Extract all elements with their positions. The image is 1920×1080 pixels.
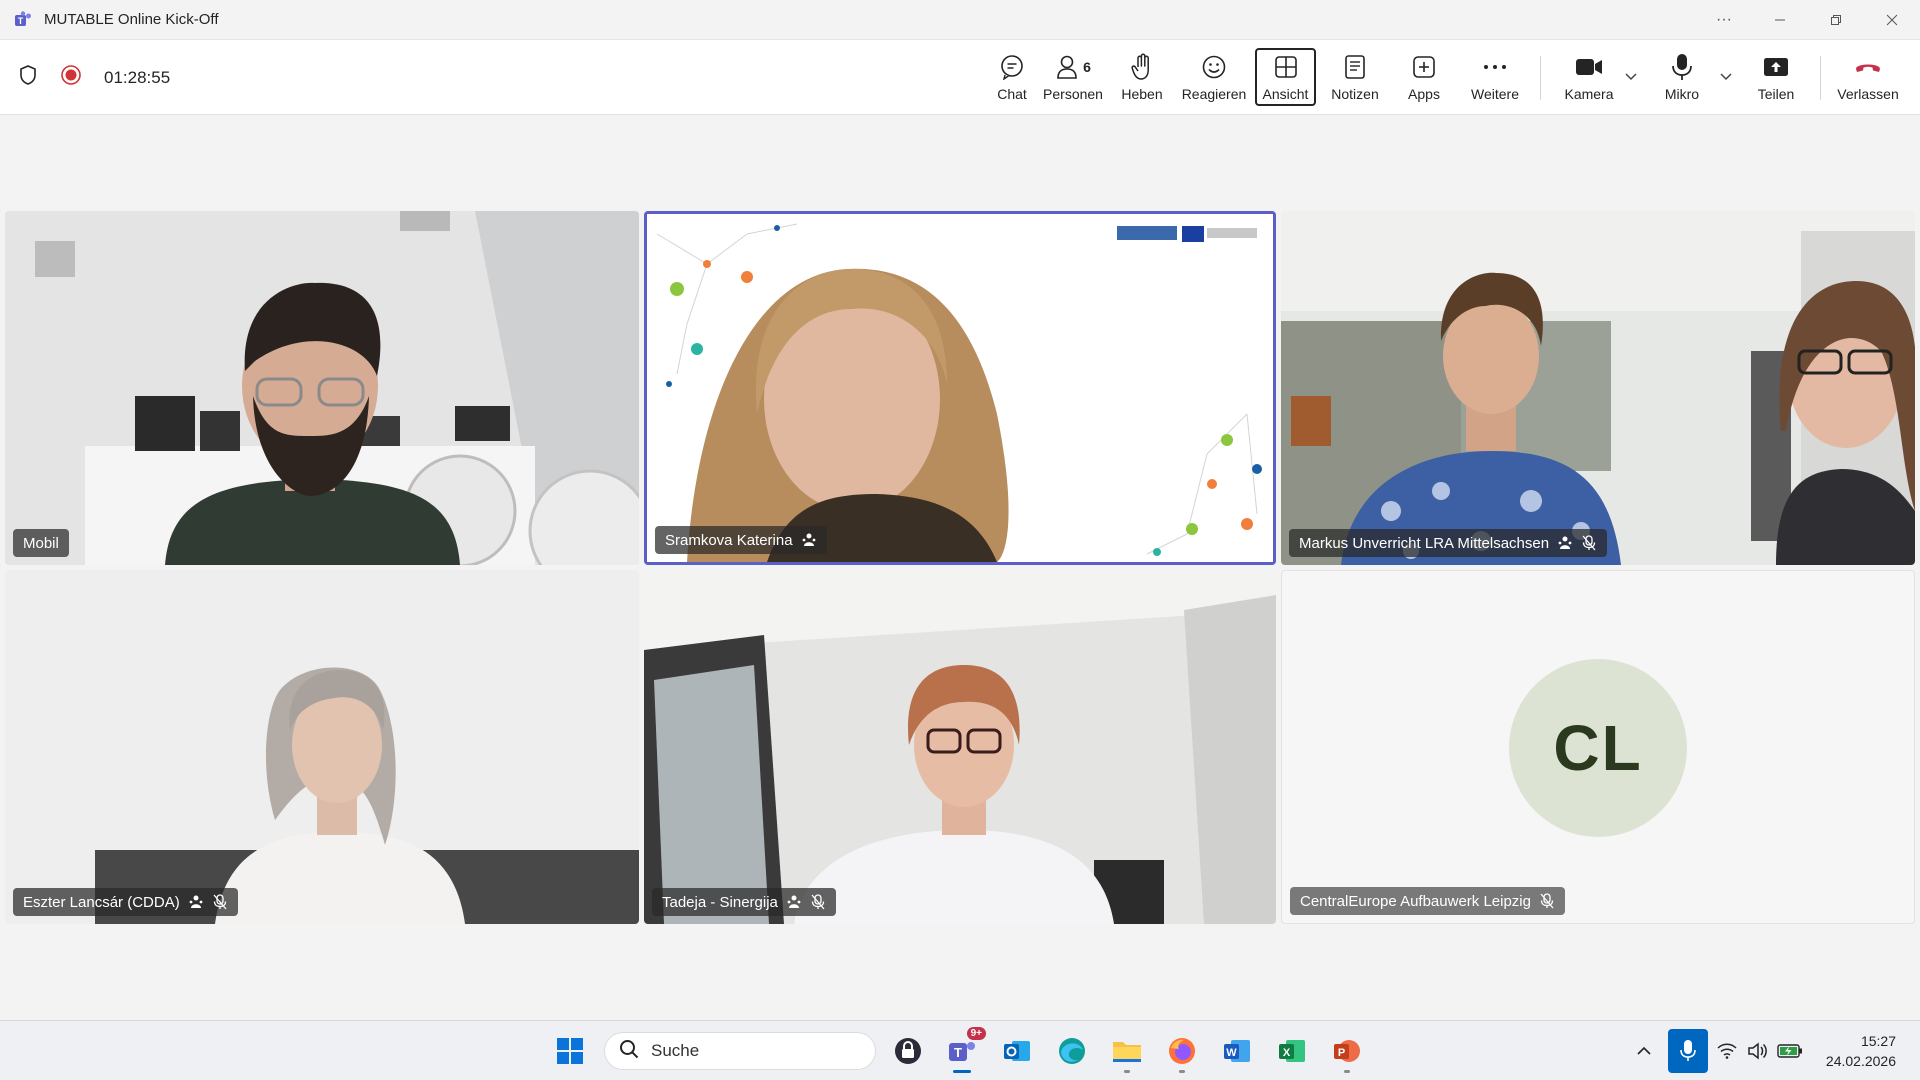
word-icon[interactable]: W [1219,1033,1255,1069]
people-icon: 6 [1055,52,1091,82]
chat-button[interactable]: Chat [980,48,1044,106]
share-button[interactable]: Teilen [1748,48,1804,106]
excel-icon[interactable]: X [1274,1033,1310,1069]
camera-options-chevron-icon[interactable] [1624,68,1638,84]
people-button[interactable]: 6 Personen [1040,48,1106,106]
volume-icon[interactable] [1744,1033,1770,1069]
clock[interactable]: 15:27 24.02.2026 [1826,1031,1896,1071]
close-button[interactable] [1864,0,1920,40]
taskbar-search-box[interactable]: Suche [604,1032,876,1070]
video-feed [5,570,639,924]
meeting-timer: 01:28:55 [104,67,171,87]
notification-badge: 9+ [966,1027,986,1040]
audio-speaking-icon [801,532,817,548]
hand-icon [1130,52,1154,82]
apps-button[interactable]: Apps [1396,48,1452,106]
participant-name-tag: Mobil [13,529,69,557]
lock-app-icon[interactable] [890,1033,926,1069]
meeting-toolbar: 01:28:55 Chat 6 Personen Heben Reagieren… [0,40,1920,115]
running-indicator [1124,1070,1130,1073]
windows-taskbar: Suche T 9+ W X P 15:27 24.02.2026 [0,1020,1920,1080]
search-icon [619,1039,639,1064]
raise-hand-button[interactable]: Heben [1110,48,1174,106]
recording-icon [60,64,82,91]
microphone-muted-icon [1539,893,1555,909]
participant-name-tag: Markus Unverricht LRA Mittelsachsen [1289,529,1608,557]
file-explorer-icon[interactable] [1109,1033,1145,1073]
avatar: CL [1509,659,1687,837]
microphone-icon [1671,52,1693,82]
teams-app-icon: T [12,9,34,31]
microphone-options-chevron-icon[interactable] [1719,68,1733,84]
leave-button[interactable]: Verlassen [1830,48,1906,106]
svg-text:T: T [18,16,24,26]
outlook-icon[interactable] [999,1033,1035,1069]
hang-up-icon [1854,52,1882,82]
camera-icon [1575,52,1603,82]
notes-button[interactable]: Notizen [1322,48,1388,106]
add-apps-icon [1412,52,1436,82]
video-feed [1281,211,1915,565]
running-indicator [1344,1070,1350,1073]
microphone-muted-icon [212,894,228,910]
minimize-button[interactable] [1752,0,1808,40]
svg-text:P: P [1338,1047,1345,1059]
participant-tile-mobil[interactable]: Mobil [5,211,639,565]
video-feed [644,570,1276,924]
running-indicator [1179,1070,1185,1073]
microphone-button[interactable]: Mikro [1656,48,1708,106]
audio-speaking-icon [786,894,802,910]
ellipsis-icon [1483,52,1507,82]
wifi-icon[interactable] [1714,1033,1740,1069]
edge-icon[interactable] [1054,1033,1090,1069]
audio-speaking-icon [188,894,204,910]
participant-name-tag: Tadeja - Sinergija [652,888,836,916]
react-button[interactable]: Reagieren [1176,48,1252,106]
microphone-in-use-icon[interactable] [1668,1029,1708,1073]
running-indicator [953,1070,971,1073]
people-count: 6 [1083,59,1091,75]
participant-tile-centraleurope-aufbauwerk-leipzig[interactable]: CL CentralEurope Aufbauwerk Leipzig [1281,570,1915,924]
windows-start-icon[interactable] [552,1033,588,1069]
participant-name-tag: Eszter Lancsár (CDDA) [13,888,238,916]
svg-text:W: W [1226,1047,1237,1059]
firefox-icon[interactable] [1164,1033,1200,1073]
participant-tile-tadeja-sinergija[interactable]: Tadeja - Sinergija [644,570,1276,924]
restore-button[interactable] [1808,0,1864,40]
teams-taskbar-icon[interactable]: T 9+ [944,1027,986,1073]
clock-date: 24.02.2026 [1825,1053,1896,1069]
participant-tile-sramkova-katerina[interactable]: Sramkova Katerina [644,211,1276,565]
video-feed [647,214,1273,562]
view-button[interactable]: Ansicht [1255,48,1316,106]
search-placeholder: Suche [651,1041,700,1060]
microphone-muted-icon [810,894,826,910]
show-hidden-icons-chevron-icon[interactable] [1632,1033,1656,1069]
toolbar-divider [1540,56,1541,100]
participant-name-tag: CentralEurope Aufbauwerk Leipzig [1290,887,1565,915]
window-title: MUTABLE Online Kick-Off [44,11,219,28]
chat-icon [999,52,1025,82]
shield-icon[interactable] [18,64,38,91]
more-button[interactable]: Weitere [1462,48,1528,106]
title-bar: T MUTABLE Online Kick-Off ··· [0,0,1920,40]
video-feed [5,211,639,565]
share-screen-icon [1762,52,1790,82]
avatar-initials: CL [1553,712,1643,784]
microphone-muted-icon [1581,535,1597,551]
participant-tile-markus-unverricht[interactable]: Markus Unverricht LRA Mittelsachsen [1281,211,1915,565]
notes-icon [1344,52,1366,82]
participant-name-tag: Sramkova Katerina [655,526,827,554]
more-options-icon[interactable]: ··· [1696,0,1752,40]
svg-text:T: T [954,1045,962,1060]
svg-text:X: X [1283,1047,1291,1059]
clock-time: 15:27 [1860,1033,1896,1049]
battery-charging-icon[interactable] [1774,1033,1806,1069]
audio-speaking-icon [1557,535,1573,551]
participant-tile-eszter-lancsar[interactable]: Eszter Lancsár (CDDA) [5,570,639,924]
toolbar-divider [1820,56,1821,100]
camera-button[interactable]: Kamera [1556,48,1622,106]
grid-view-icon [1274,52,1298,82]
emoji-icon [1201,52,1227,82]
powerpoint-icon[interactable]: P [1329,1033,1365,1073]
